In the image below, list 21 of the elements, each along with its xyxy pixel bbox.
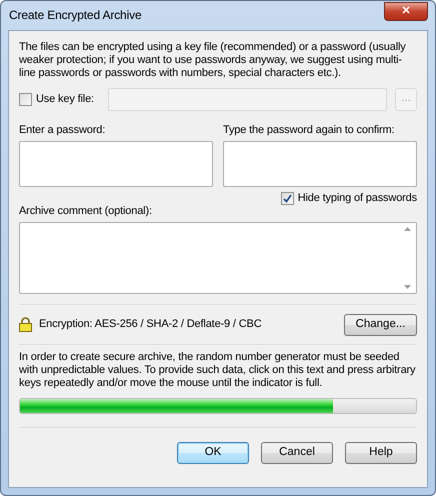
entropy-text[interactable]: In order to create secure archive, the random number generator must be seeded with unpredictable values. To provide such data, click on this text and press arbitrary keys repeatedly and/or move the mouse until the indicator is full. [19,350,417,392]
dialog-button[interactable]: Help [345,442,417,464]
confirm-password-field[interactable] [223,140,417,187]
checkbox-label: Hide typing of passwords [298,192,417,205]
field-label: Enter a password: [19,124,106,137]
password-field[interactable] [19,140,213,187]
encryption-text: Encryption: AES-256 / SHA-2 / Deflate-9 / CBC [39,318,263,332]
close-button[interactable]: ✕ [384,2,428,21]
window-title: Create Encrypted Archive [9,8,142,23]
field-label: Type the password again to confirm: [223,124,396,137]
checkbox[interactable] [280,192,294,205]
change-button[interactable]: Change... [344,314,417,336]
intro-text: The files can be encrypted using a key file (recommended) or a password (usually weaker protection; if you want to use passwords anyway, we suggest using multi-line passwords or passwords with numbers, special characters etc.). [19,41,407,81]
comment-field[interactable] [19,222,417,294]
checkbox-label: Use key file: [36,92,94,106]
field-label: Archive comment (optional): [19,204,153,218]
scroll-up-icon[interactable] [404,226,411,231]
scroll-down-icon[interactable] [404,284,411,289]
dialog-button[interactable]: OK [177,442,249,464]
dialog-button[interactable]: Cancel [261,442,333,464]
lock-icon [19,317,32,332]
